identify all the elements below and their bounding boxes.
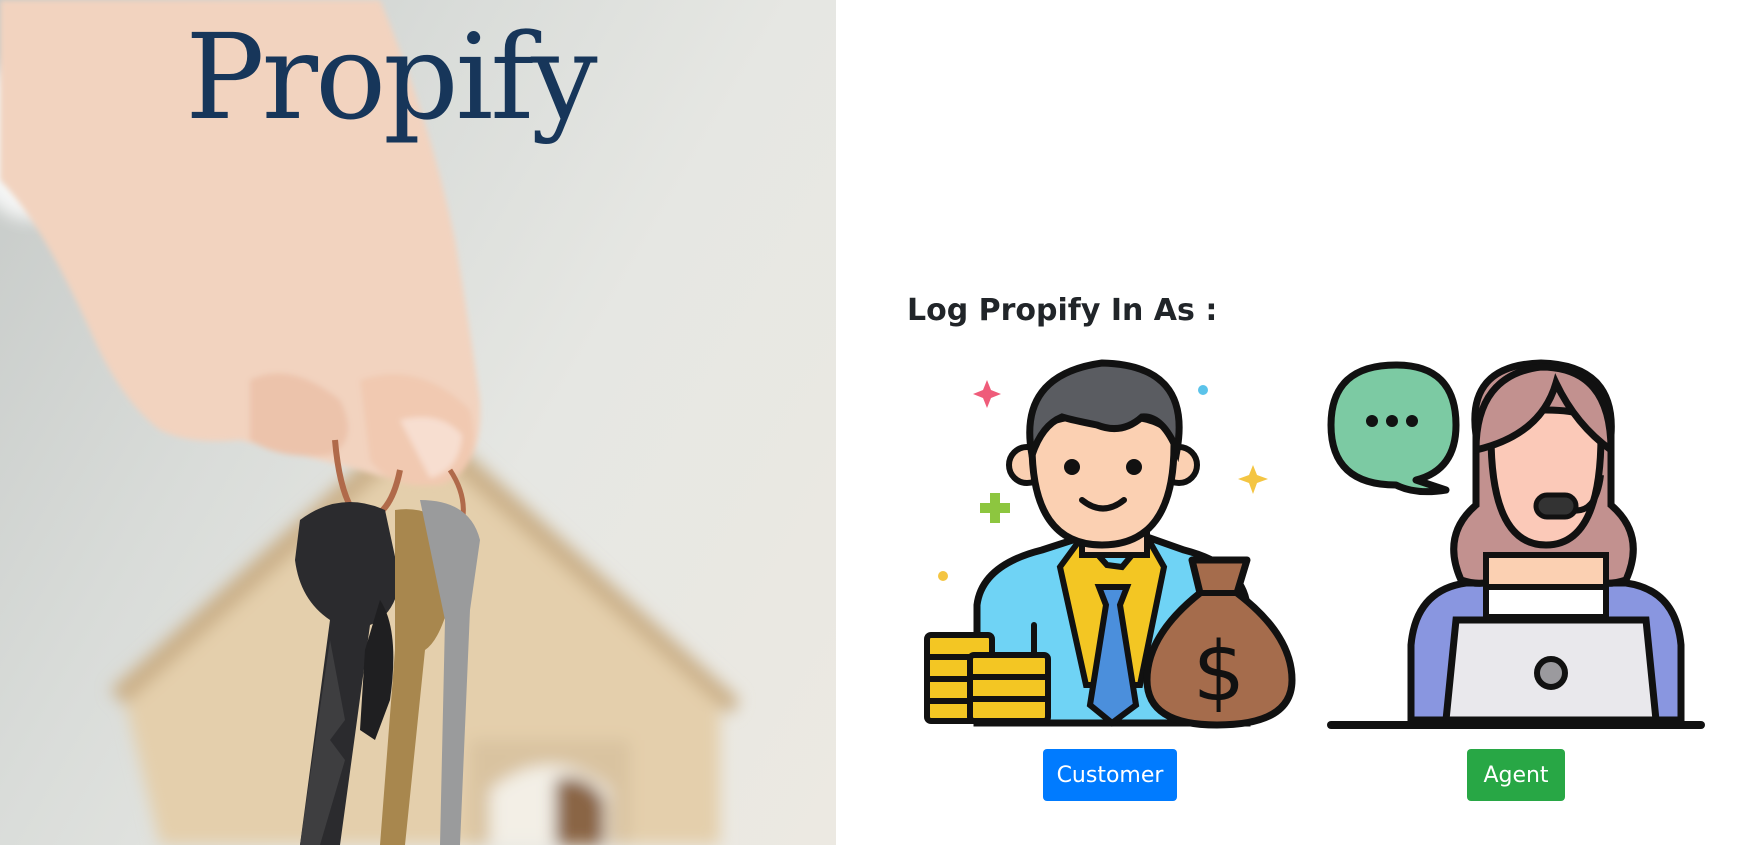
brand-logo: Propify	[185, 8, 597, 146]
page-title: Log Propify In As :	[907, 293, 1218, 328]
hero-panel: Propify	[0, 0, 836, 845]
agent-login-button[interactable]: Agent	[1467, 749, 1565, 801]
svg-text:$: $	[1193, 625, 1245, 720]
customer-login-button[interactable]: Customer	[1043, 749, 1177, 801]
businessman-moneybag-icon: $	[924, 359, 1296, 729]
support-agent-headset-icon	[1327, 359, 1705, 729]
login-role-page: Propify Log Propify In As : $ Customer A…	[0, 0, 1747, 845]
